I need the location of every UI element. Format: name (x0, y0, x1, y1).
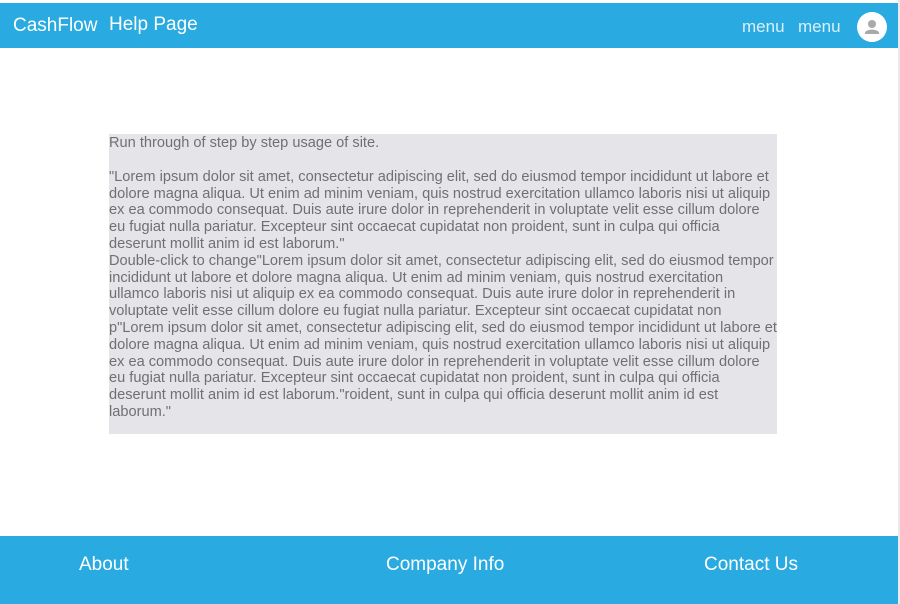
page-title: Help Page (109, 14, 198, 35)
menu-link-2[interactable]: menu (798, 17, 841, 37)
help-paragraph-1: "Lorem ipsum dolor sit amet, consectetur… (109, 168, 771, 252)
page: CashFlow Help Page menu menu Run through… (0, 0, 900, 604)
footer-link-contact-us[interactable]: Contact Us (704, 554, 798, 576)
help-intro-text: Run through of step by step usage of sit… (109, 135, 380, 151)
footer-link-about[interactable]: About (79, 554, 129, 576)
menu-link-1[interactable]: menu (742, 17, 785, 37)
brand-logo-text[interactable]: CashFlow (13, 15, 97, 37)
footer-link-company-info[interactable]: Company Info (386, 554, 504, 576)
help-content-box: Run through of step by step usage of sit… (109, 134, 777, 434)
footer: About Company Info Contact Us (0, 536, 898, 604)
user-avatar-icon[interactable] (857, 12, 887, 42)
help-paragraph-2[interactable]: Double-click to change"Lorem ipsum dolor… (109, 253, 777, 421)
top-navbar: CashFlow Help Page menu menu (0, 3, 898, 48)
